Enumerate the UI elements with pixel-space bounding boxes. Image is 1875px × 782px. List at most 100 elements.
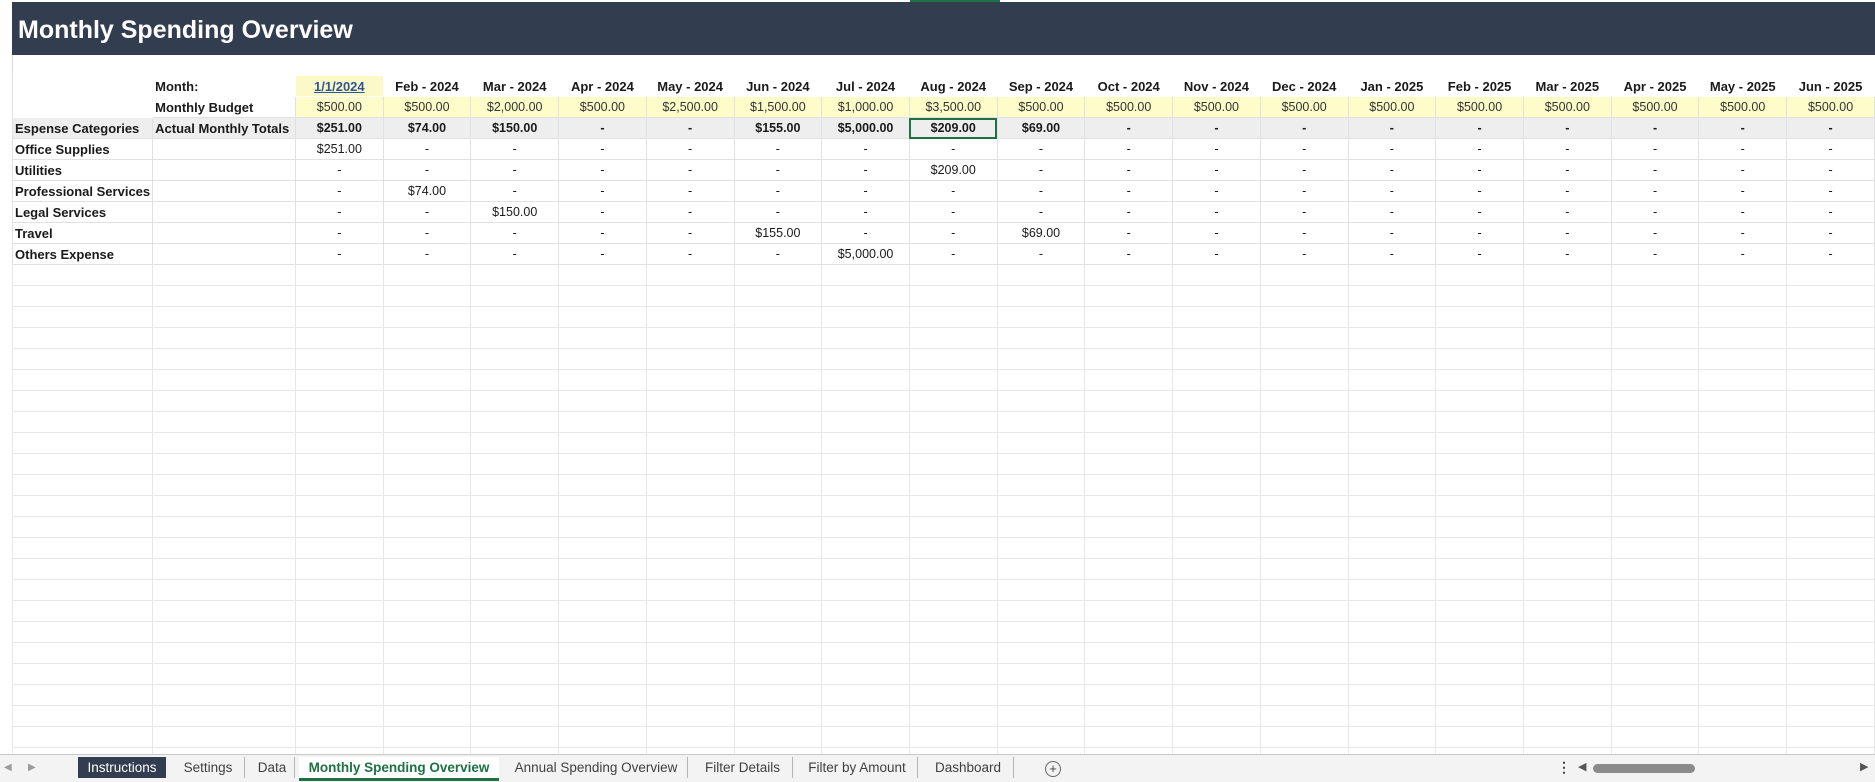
empty-cell[interactable] [152,327,297,349]
category-value-cell[interactable]: - [1522,159,1612,181]
empty-cell[interactable] [1435,537,1524,559]
empty-cell[interactable] [996,264,1086,286]
category-value-cell[interactable]: - [1786,243,1875,265]
empty-cell[interactable] [152,621,297,643]
empty-cell[interactable] [1347,495,1437,517]
category-value-cell[interactable]: - [1172,222,1261,244]
empty-cell[interactable] [1084,348,1174,370]
empty-cell[interactable] [470,726,560,748]
empty-cell[interactable] [645,558,735,580]
empty-cell[interactable] [1172,495,1261,517]
empty-cell[interactable] [908,726,998,748]
month-header[interactable]: Mar - 2024 [471,76,559,97]
empty-cell[interactable] [996,726,1086,748]
empty-cell[interactable] [382,516,472,538]
empty-cell[interactable] [821,306,910,328]
empty-cell[interactable] [1347,327,1437,349]
empty-cell[interactable] [1610,369,1700,391]
empty-cell[interactable] [11,726,154,748]
empty-cell[interactable] [1172,369,1261,391]
empty-cell[interactable] [908,495,998,517]
empty-cell[interactable] [470,453,560,475]
empty-cell[interactable] [11,663,154,685]
empty-cell[interactable] [996,663,1086,685]
empty-cell[interactable] [1435,621,1524,643]
empty-cell[interactable] [821,537,910,559]
empty-cell[interactable] [152,516,297,538]
empty-cell[interactable] [1435,705,1524,727]
category-value-cell[interactable]: - [1435,159,1524,181]
empty-cell[interactable] [295,411,384,433]
sheet-tab-settings[interactable]: Settings [172,757,245,778]
empty-cell[interactable] [470,537,560,559]
empty-cell[interactable] [1786,390,1875,412]
empty-cell[interactable] [1610,390,1700,412]
empty-cell[interactable] [295,495,384,517]
empty-cell[interactable] [908,705,998,727]
budget-cell[interactable]: $1,000.00 [821,96,910,118]
empty-cell[interactable] [382,726,472,748]
empty-cell[interactable] [382,306,472,328]
empty-cell[interactable] [1610,348,1700,370]
category-name[interactable]: Others Expense [11,243,154,265]
empty-cell[interactable] [1698,642,1788,664]
empty-cell[interactable] [295,327,384,349]
empty-cell[interactable] [1786,684,1875,706]
empty-cell[interactable] [1435,432,1524,454]
empty-cell[interactable] [295,369,384,391]
category-value-cell[interactable]: - [1786,180,1875,202]
empty-cell[interactable] [1084,390,1174,412]
category-value-cell[interactable]: - [1786,201,1875,223]
empty-cell[interactable] [470,285,560,307]
empty-cell[interactable] [1347,684,1437,706]
category-value-cell[interactable]: $74.00 [382,180,472,202]
empty-cell[interactable] [470,642,560,664]
empty-cell[interactable] [470,348,560,370]
empty-cell[interactable] [1522,516,1612,538]
empty-cell[interactable] [821,390,910,412]
empty-cell[interactable] [1172,663,1261,685]
empty-cell[interactable] [558,348,647,370]
empty-cell[interactable] [470,264,560,286]
empty-cell[interactable] [733,516,823,538]
category-value-cell[interactable]: - [908,222,998,244]
empty-cell[interactable] [645,348,735,370]
category-value-cell[interactable]: - [1522,222,1612,244]
empty-cell[interactable] [645,621,735,643]
category-value-cell[interactable]: - [1084,159,1174,181]
empty-cell[interactable] [1522,264,1612,286]
empty-cell[interactable] [152,579,297,601]
category-value-cell[interactable]: - [1172,138,1261,160]
budget-cell[interactable]: $1,500.00 [733,96,823,118]
category-value-cell[interactable]: - [1347,159,1437,181]
budget-cell[interactable]: $500.00 [295,96,384,118]
empty-cell[interactable] [1259,264,1349,286]
category-value-cell[interactable]: - [996,243,1086,265]
month-header[interactable]: Jun - 2025 [1787,76,1875,97]
empty-cell[interactable] [1522,495,1612,517]
empty-cell[interactable] [11,474,154,496]
empty-cell[interactable] [821,285,910,307]
empty-cell[interactable] [1698,348,1788,370]
month-header[interactable]: Nov - 2024 [1173,76,1261,97]
month-header[interactable]: Feb - 2025 [1436,76,1524,97]
total-cell[interactable]: - [1084,117,1174,139]
budget-cell[interactable]: $500.00 [1522,96,1612,118]
empty-cell[interactable] [1172,453,1261,475]
category-value-cell[interactable]: - [908,243,998,265]
empty-cell[interactable] [470,579,560,601]
empty-cell[interactable] [1786,264,1875,286]
empty-cell[interactable] [152,705,297,727]
empty-cell[interactable] [382,453,472,475]
empty-cell[interactable] [733,390,823,412]
total-cell[interactable]: - [1610,117,1700,139]
empty-cell[interactable] [645,264,735,286]
empty-cell[interactable] [645,474,735,496]
category-value-cell[interactable]: - [821,201,910,223]
category-value-cell[interactable]: - [558,159,647,181]
empty-cell[interactable] [1786,621,1875,643]
category-value-cell[interactable]: - [645,159,735,181]
category-value-cell[interactable]: - [821,180,910,202]
category-value-cell[interactable]: - [382,159,472,181]
month-header[interactable]: Mar - 2025 [1523,76,1611,97]
